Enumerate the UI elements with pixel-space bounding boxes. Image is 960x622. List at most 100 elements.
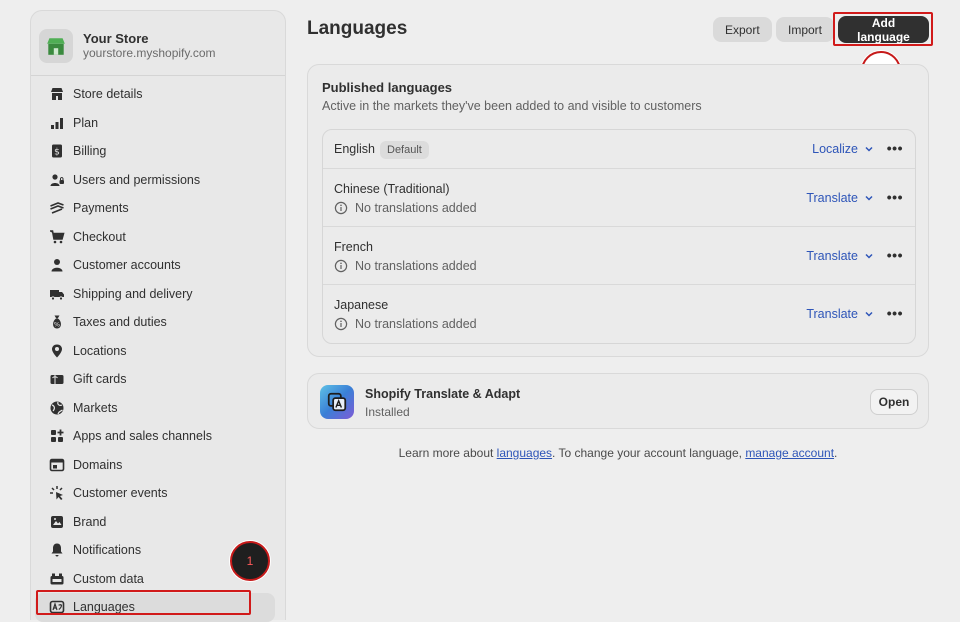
svg-text:%: % (54, 321, 60, 329)
translation-status: No translations added (334, 201, 477, 215)
sidebar-item-shipping-and-delivery[interactable]: Shipping and delivery (35, 280, 275, 309)
truck-icon (49, 286, 65, 302)
translate-button[interactable]: Translate (806, 307, 874, 321)
settings-sidebar: Your Store yourstore.myshopify.com Store… (30, 10, 286, 622)
sidebar-item-label: Payments (73, 201, 129, 216)
language-row: Japanese No translations added Translate ••… (323, 284, 915, 343)
language-name: Chinese (Traditional) (334, 182, 450, 196)
store-logo-icon (39, 29, 73, 63)
svg-text:$: $ (54, 148, 60, 158)
translation-status: No translations added (334, 317, 477, 331)
sidebar-item-taxes-and-duties[interactable]: % Taxes and duties (35, 308, 275, 337)
sidebar-item-label: Custom data (73, 571, 144, 586)
store-icon (49, 86, 65, 102)
sidebar-item-label: Customer accounts (73, 258, 181, 273)
sidebar-item-store-details[interactable]: Store details (35, 80, 275, 109)
billing-icon: $ (49, 143, 65, 159)
globe-icon (49, 400, 65, 416)
sidebar-item-apps-and-sales-channels[interactable]: Apps and sales channels (35, 422, 275, 451)
footer-help-text: Learn more about languages. To change yo… (307, 446, 929, 460)
sidebar-item-billing[interactable]: $ Billing (35, 137, 275, 166)
sidebar-item-label: Apps and sales channels (73, 429, 212, 444)
sidebar-item-checkout[interactable]: Checkout (35, 223, 275, 252)
import-button[interactable]: Import (776, 17, 835, 42)
row-action-label: Translate (806, 249, 858, 263)
step-1-badge: 1 (230, 541, 270, 581)
sidebar-item-label: Taxes and duties (73, 315, 167, 330)
sidebar-item-label: Shipping and delivery (73, 286, 193, 301)
sidebar-item-label: Gift cards (73, 372, 127, 387)
sidebar-item-label: Locations (73, 343, 127, 358)
domains-icon (49, 457, 65, 473)
sidebar-item-label: Markets (73, 400, 118, 415)
row-action-label: Translate (806, 191, 858, 205)
sidebar-item-users-and-permissions[interactable]: Users and permissions (35, 166, 275, 195)
info-icon (334, 201, 348, 215)
localize-button[interactable]: Localize (812, 142, 874, 156)
more-actions-icon[interactable]: ••• (887, 189, 903, 205)
cursor-click-icon (49, 485, 65, 501)
chevron-down-icon (864, 309, 874, 319)
translate-app-status: Installed (365, 405, 410, 419)
sidebar-item-payments[interactable]: Payments (35, 194, 275, 223)
sidebar-divider (31, 75, 285, 76)
translate-button[interactable]: Translate (806, 191, 874, 205)
sidebar-item-domains[interactable]: Domains (35, 451, 275, 480)
sidebar-item-label: Customer events (73, 486, 168, 501)
more-actions-icon[interactable]: ••• (887, 305, 903, 321)
translation-status-text: No translations added (355, 201, 477, 215)
language-name: English (334, 142, 375, 156)
sidebar-item-label: Domains (73, 457, 123, 472)
sidebar-item-locations[interactable]: Locations (35, 337, 275, 366)
language-row: English Default Localize ••• (323, 130, 915, 168)
row-action-label: Translate (806, 307, 858, 321)
more-actions-icon[interactable]: ••• (887, 247, 903, 263)
add-language-button[interactable]: Add language (838, 16, 929, 44)
sidebar-item-label: Plan (73, 115, 99, 130)
open-app-button[interactable]: Open (870, 389, 918, 415)
translate-app-icon (320, 385, 354, 419)
language-row: French No translations added Translate ••• (323, 226, 915, 284)
translation-status: No translations added (334, 259, 477, 273)
cart-icon (49, 229, 65, 245)
export-button[interactable]: Export (713, 17, 772, 42)
languages-help-link[interactable]: languages (497, 446, 552, 460)
sidebar-item-label: Notifications (73, 543, 142, 558)
translate-app-card: Shopify Translate & Adapt Installed Open (307, 373, 929, 429)
row-action-label: Localize (812, 142, 858, 156)
published-languages-title: Published languages (322, 80, 453, 95)
more-actions-icon[interactable]: ••• (887, 140, 903, 156)
page-title: Languages (307, 18, 408, 39)
language-name: Japanese (334, 298, 389, 312)
gift-card-icon (49, 371, 65, 387)
brand-icon (49, 514, 65, 530)
store-name: Your Store (83, 31, 149, 46)
translation-status-text: No translations added (355, 317, 477, 331)
custom-data-icon (49, 571, 65, 587)
language-name: French (334, 240, 373, 254)
taxes-icon: % (49, 314, 65, 330)
sidebar-item-customer-events[interactable]: Customer events (35, 479, 275, 508)
sidebar-item-customer-accounts[interactable]: Customer accounts (35, 251, 275, 280)
chevron-down-icon (864, 193, 874, 203)
sidebar-item-label: Store details (73, 87, 143, 102)
info-icon (334, 317, 348, 331)
person-icon (49, 257, 65, 273)
store-header[interactable]: Your Store yourstore.myshopify.com (31, 11, 285, 69)
sidebar-item-gift-cards[interactable]: Gift cards (35, 365, 275, 394)
sidebar-item-languages[interactable]: Languages (35, 593, 275, 622)
language-row: Chinese (Traditional) No translations add… (323, 168, 915, 226)
sidebar-item-brand[interactable]: Brand (35, 508, 275, 537)
sidebar-item-label: Languages (73, 600, 135, 615)
sidebar-item-label: Users and permissions (73, 172, 201, 187)
footer-suffix: . (834, 446, 838, 460)
translate-button[interactable]: Translate (806, 249, 874, 263)
chevron-down-icon (864, 251, 874, 261)
sidebar-item-label: Checkout (73, 229, 126, 244)
sidebar-item-label: Billing (73, 144, 107, 159)
location-pin-icon (49, 343, 65, 359)
sidebar-item-markets[interactable]: Markets (35, 394, 275, 423)
manage-account-link[interactable]: manage account (745, 446, 834, 460)
bell-icon (49, 542, 65, 558)
sidebar-item-plan[interactable]: Plan (35, 109, 275, 138)
